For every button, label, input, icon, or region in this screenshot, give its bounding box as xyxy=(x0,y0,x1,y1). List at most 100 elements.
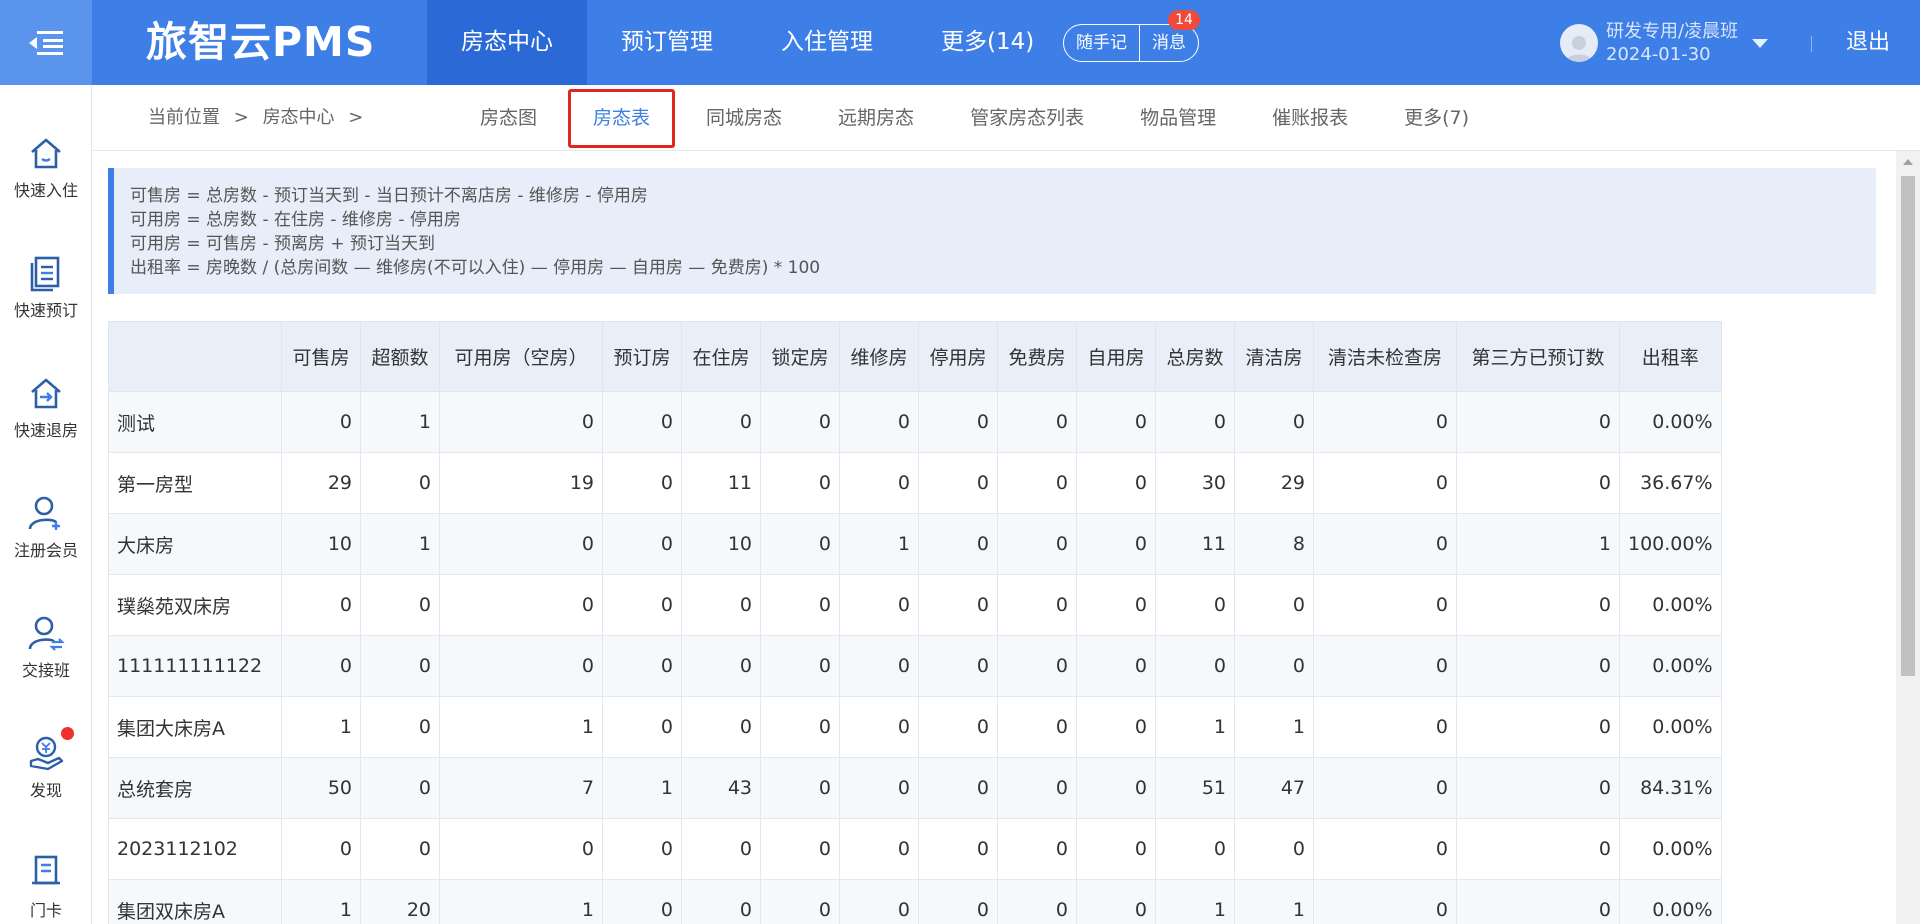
room-type-cell: 集团双床房A xyxy=(108,879,282,924)
table-cell: 0 xyxy=(918,696,998,758)
table-cell: 0 xyxy=(1234,391,1314,453)
messages-button[interactable]: 消息 14 xyxy=(1139,10,1200,61)
sidebar-item-room-card[interactable]: 门卡 xyxy=(0,853,91,924)
scroll-up-icon[interactable] xyxy=(1903,159,1913,165)
table-cell: 0 xyxy=(439,513,603,575)
table-cell: 1 xyxy=(1155,879,1235,924)
sidebar-item-label: 交接班 xyxy=(21,661,70,680)
table-cell: 0.00% xyxy=(1619,696,1722,758)
tab-item-management[interactable]: 物品管理 xyxy=(1112,85,1244,151)
nav-booking-management[interactable]: 预订管理 xyxy=(587,0,747,85)
table-cell: 0 xyxy=(1234,635,1314,697)
table-row[interactable]: 集团双床房A 1 20 1 0 0 0 0 0 0 0 1 1 0 0 0.00% xyxy=(108,879,1722,924)
nav-checkin-management[interactable]: 入住管理 xyxy=(747,0,907,85)
table-row[interactable]: 测试 0 1 0 0 0 0 0 0 0 0 0 0 0 0 0.00% xyxy=(108,391,1722,453)
table-cell: 0 xyxy=(602,635,682,697)
table-cell: 0 xyxy=(1456,391,1620,453)
table-cell: 0 xyxy=(602,513,682,575)
table-row[interactable]: 集团大床房A 1 0 1 0 0 0 0 0 0 0 1 1 0 0 0.00% xyxy=(108,696,1722,758)
table-cell: 47 xyxy=(1234,757,1314,819)
table-cell: 0 xyxy=(1076,879,1156,924)
formula-line: 可用房 = 可售房 - 预离房 + 预订当天到 xyxy=(130,234,436,254)
table-cell: 0 xyxy=(1155,818,1235,880)
sidebar-item-quick-checkin[interactable]: 快速入住 xyxy=(0,133,91,243)
table-cell: 0 xyxy=(760,879,840,924)
table-cell: 0 xyxy=(360,818,440,880)
room-type-cell: 第一房型 xyxy=(108,452,282,514)
sidebar-item-discover[interactable]: 发现 xyxy=(0,727,91,843)
room-type-cell: 集团大床房A xyxy=(108,696,282,758)
table-row[interactable]: 111111111122 0 0 0 0 0 0 0 0 0 0 0 0 0 0 0.00% xyxy=(108,635,1722,697)
table-cell: 0 xyxy=(918,574,998,636)
menu-toggle-button[interactable] xyxy=(0,0,92,85)
table-cell: 0 xyxy=(1456,879,1620,924)
table-cell: 0 xyxy=(281,391,361,453)
table-cell: 0 xyxy=(1076,452,1156,514)
sidebar-item-shift-handover[interactable]: 交接班 xyxy=(0,613,91,723)
table-cell: 0 xyxy=(1076,574,1156,636)
table-cell: 1 xyxy=(602,757,682,819)
menu-collapse-icon xyxy=(29,30,63,55)
nav-more[interactable]: 更多(14) xyxy=(907,0,1068,85)
table-cell: 0 xyxy=(918,757,998,819)
tab-room-status-table[interactable]: 房态表 xyxy=(565,85,678,151)
table-cell: 0 xyxy=(1313,391,1457,453)
sidebar-item-quick-booking[interactable]: 快速预订 xyxy=(0,253,91,363)
column-header: 可售房 xyxy=(281,321,361,392)
table-cell: 0 xyxy=(1456,757,1620,819)
column-header: 出租率 xyxy=(1619,321,1722,392)
table-row[interactable]: 第一房型 29 0 19 0 11 0 0 0 0 0 30 29 0 0 36.67% xyxy=(108,452,1722,514)
room-type-cell: 总统套房 xyxy=(108,757,282,819)
breadcrumb-separator: > xyxy=(348,107,364,128)
sidebar-item-label: 门卡 xyxy=(29,901,62,920)
sidebar-item-label: 快速入住 xyxy=(13,181,78,200)
table-cell: 0 xyxy=(760,818,840,880)
home-icon xyxy=(31,138,61,169)
table-cell: 1 xyxy=(1234,696,1314,758)
card-icon xyxy=(32,855,60,885)
top-navigation-bar: 旅智云PMS 房态中心 预订管理 入住管理 更多(14) 随手记 消息 14 研… xyxy=(0,0,1920,85)
notes-button[interactable]: 随手记 xyxy=(1064,25,1139,61)
table-cell: 0 xyxy=(1313,696,1457,758)
user-menu[interactable]: 研发专用/凌晨班 2024-01-30 xyxy=(1560,18,1769,68)
table-cell: 11 xyxy=(681,452,761,514)
table-cell: 0 xyxy=(602,574,682,636)
tab-more[interactable]: 更多(7) xyxy=(1376,85,1497,151)
tab-future-status[interactable]: 远期房态 xyxy=(810,85,942,151)
tab-room-status-map[interactable]: 房态图 xyxy=(452,85,565,151)
tab-housekeeping-list[interactable]: 管家房态列表 xyxy=(942,85,1112,151)
room-type-cell: 璞燊苑双床房 xyxy=(108,574,282,636)
table-cell: 0 xyxy=(997,452,1077,514)
table-cell: 0 xyxy=(839,696,919,758)
table-row[interactable]: 大床房 10 1 0 0 10 0 1 0 0 0 11 8 0 1 100.00% xyxy=(108,513,1722,575)
scrollbar-thumb[interactable] xyxy=(1901,176,1915,676)
formula-notes: 可售房 = 总房数 - 预订当天到 - 当日预计不离店房 - 维修房 - 停用房… xyxy=(108,168,1876,294)
table-row[interactable]: 总统套房 50 0 7 1 43 0 0 0 0 0 51 47 0 0 84.31% xyxy=(108,757,1722,819)
breadcrumb-current[interactable]: 房态中心 xyxy=(263,107,335,128)
table-cell: 0 xyxy=(997,879,1077,924)
vertical-scrollbar[interactable] xyxy=(1896,151,1920,924)
table-cell: 0 xyxy=(1076,391,1156,453)
sidebar-item-quick-checkout[interactable]: 快速退房 xyxy=(0,373,91,483)
table-cell: 0 xyxy=(1155,635,1235,697)
user-name: 研发专用/凌晨班 xyxy=(1606,21,1739,42)
table-cell: 1 xyxy=(281,696,361,758)
table-cell: 0 xyxy=(681,818,761,880)
column-header: 自用房 xyxy=(1076,321,1156,392)
table-cell: 0 xyxy=(918,452,998,514)
column-header: 清洁房 xyxy=(1234,321,1314,392)
tab-collection-report[interactable]: 催账报表 xyxy=(1244,85,1376,151)
table-cell: 0 xyxy=(1076,635,1156,697)
table-cell: 29 xyxy=(281,452,361,514)
nav-room-status-center[interactable]: 房态中心 xyxy=(427,0,587,85)
table-cell: 1 xyxy=(360,513,440,575)
sidebar-item-register-member[interactable]: 注册会员 xyxy=(0,493,91,603)
table-cell: 0.00% xyxy=(1619,879,1722,924)
table-cell: 0 xyxy=(360,757,440,819)
tab-same-city-status[interactable]: 同城房态 xyxy=(678,85,810,151)
user-add-icon xyxy=(28,496,60,530)
table-row[interactable]: 2023112102 0 0 0 0 0 0 0 0 0 0 0 0 0 0 0.00% xyxy=(108,818,1722,880)
logout-button[interactable]: 退出 xyxy=(1846,0,1890,85)
column-header: 维修房 xyxy=(839,321,919,392)
table-row[interactable]: 璞燊苑双床房 0 0 0 0 0 0 0 0 0 0 0 0 0 0 0.00% xyxy=(108,574,1722,636)
